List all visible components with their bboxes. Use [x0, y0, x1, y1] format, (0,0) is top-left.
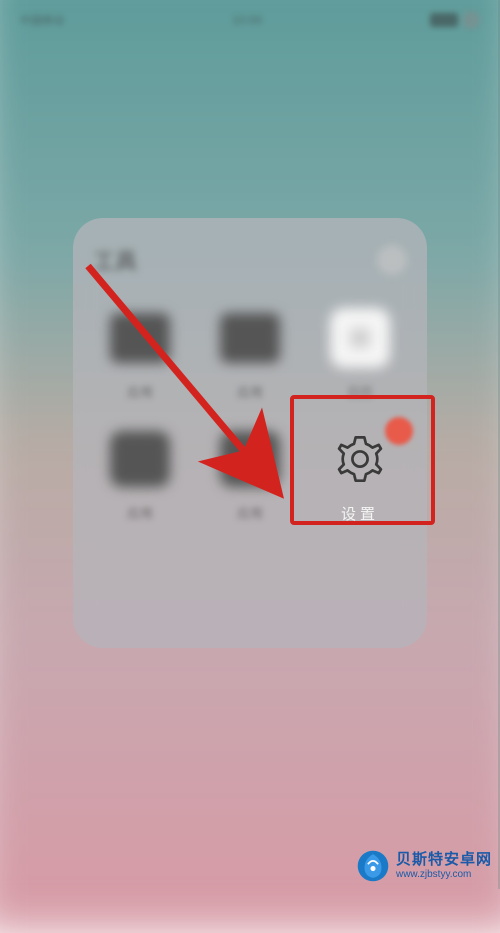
notification-badge-icon: [385, 417, 413, 445]
app-label: 日历: [347, 382, 373, 401]
app-label: 应用: [127, 503, 153, 522]
app-label: 应用: [237, 503, 263, 522]
app-icon: [104, 302, 176, 374]
folder-header: 工具: [93, 242, 407, 278]
carrier-label: 中国移动: [20, 12, 64, 28]
status-dot-icon: [462, 11, 480, 29]
battery-icon: [430, 13, 458, 27]
status-bar: 中国移动 10:00: [0, 0, 500, 40]
app-item[interactable]: 应用: [203, 423, 297, 524]
folder-title: 工具: [93, 244, 137, 276]
app-item-settings[interactable]: 设置: [313, 423, 407, 524]
watermark-text: 贝斯特安卓网 www.zjbstyy.com: [396, 852, 492, 880]
app-folder[interactable]: 工具 应用 应用 日历 应用: [73, 218, 427, 648]
app-label: 设置: [341, 503, 379, 524]
folder-add-button[interactable]: [377, 245, 407, 275]
calendar-icon: [324, 302, 396, 374]
app-item-calendar[interactable]: 日历: [313, 302, 407, 401]
app-item[interactable]: 应用: [203, 302, 297, 401]
watermark-title: 贝斯特安卓网: [396, 852, 492, 869]
time-label: 10:00: [232, 13, 262, 27]
app-label: 应用: [127, 382, 153, 401]
watermark-url: www.zjbstyy.com: [396, 869, 492, 880]
app-icon: [104, 423, 176, 495]
watermark-logo-icon: [356, 849, 390, 883]
app-label: 应用: [237, 382, 263, 401]
app-item[interactable]: 应用: [93, 302, 187, 401]
app-grid: 应用 应用 日历 应用 应用: [93, 302, 407, 524]
app-icon: [214, 423, 286, 495]
status-indicators: [430, 11, 480, 29]
app-icon: [214, 302, 286, 374]
watermark: 贝斯特安卓网 www.zjbstyy.com: [356, 849, 492, 883]
app-item[interactable]: 应用: [93, 423, 187, 524]
